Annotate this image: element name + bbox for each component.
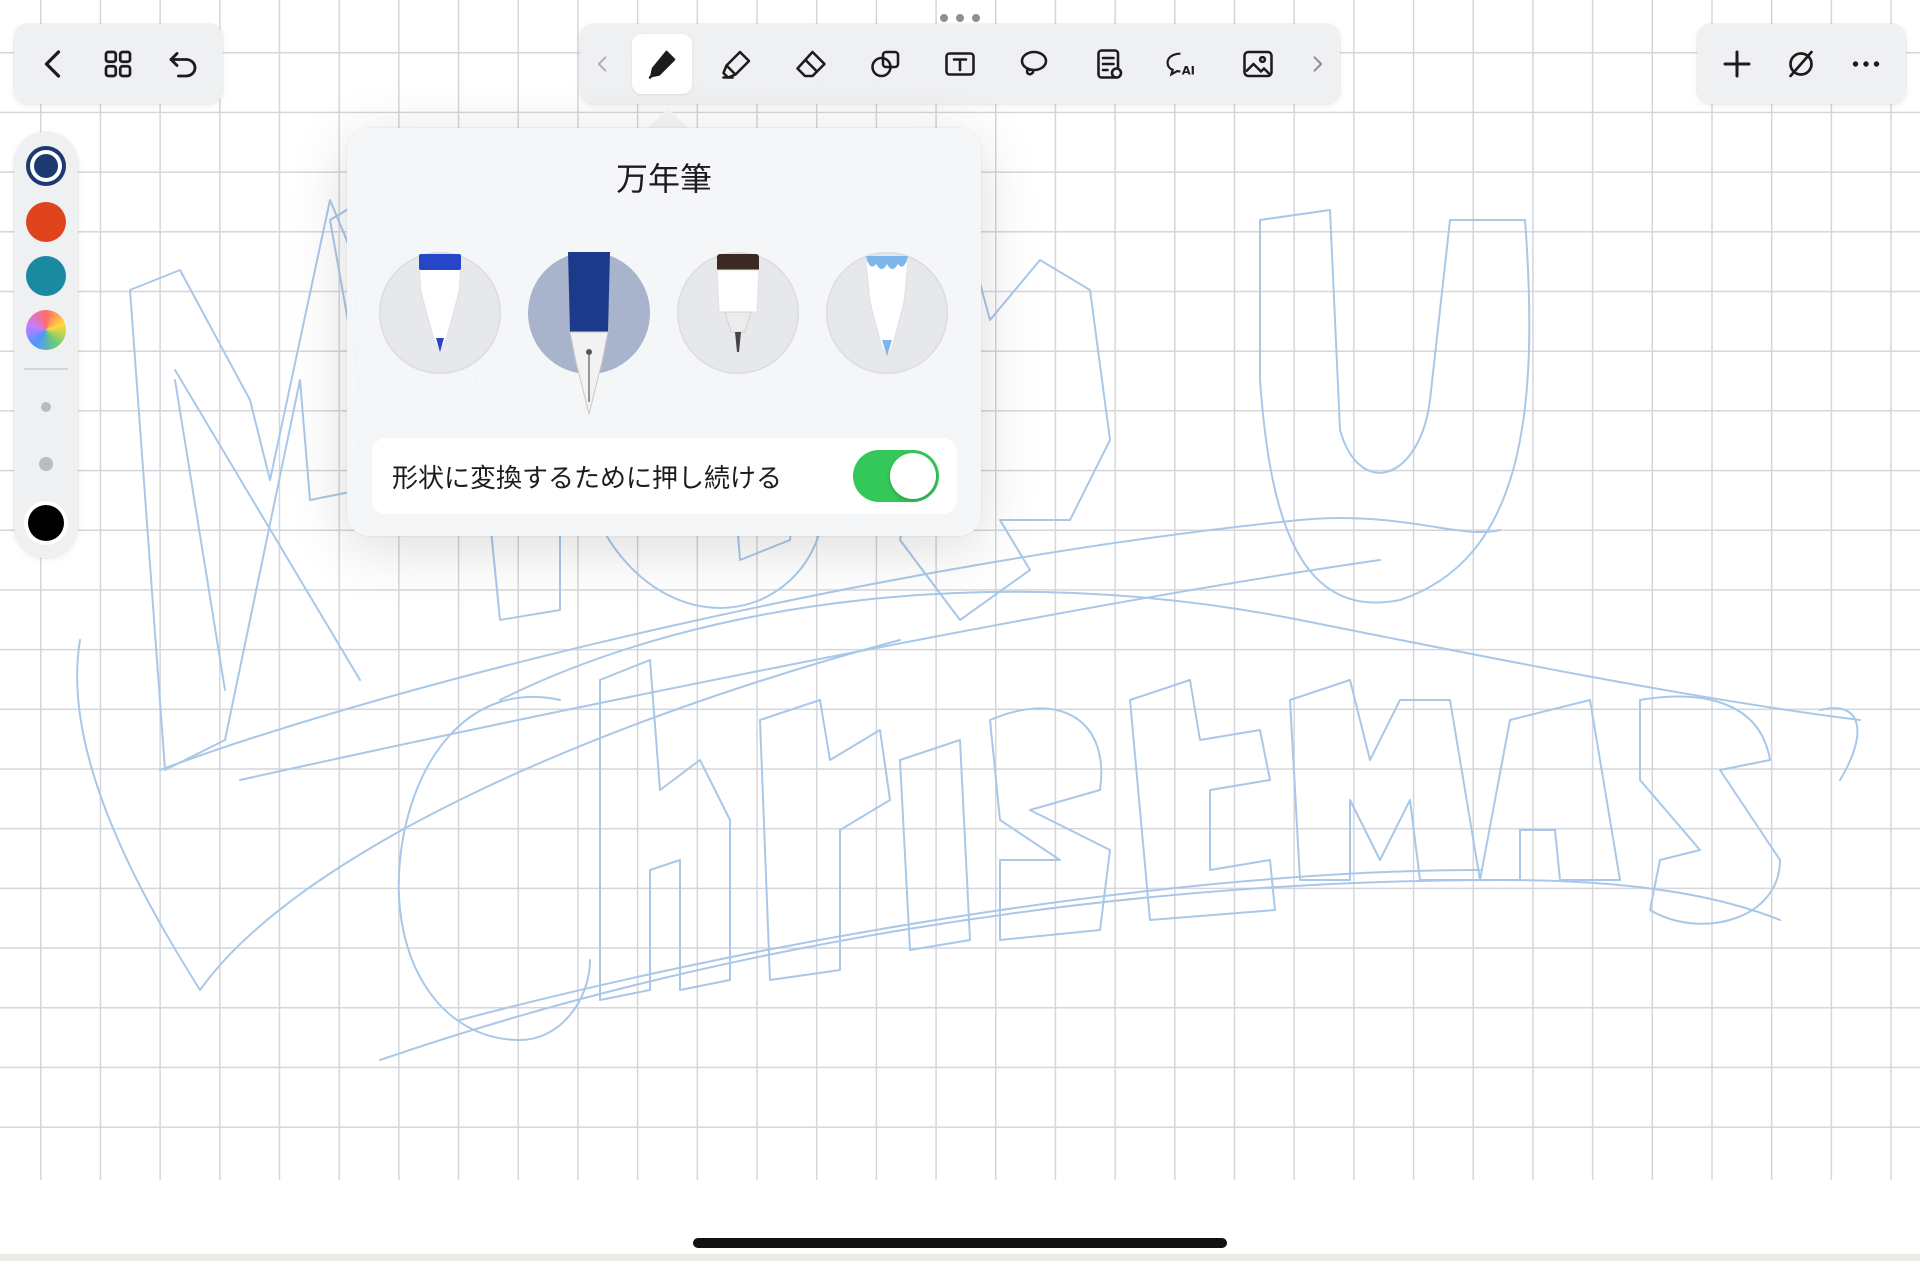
undo-icon [169,52,197,78]
popover-title: 万年筆 [615,160,712,198]
color-palette [14,132,78,558]
stroke-size-large[interactable] [28,505,64,541]
fineliner-pen-icon [716,254,760,352]
pen-option-fountain[interactable] [528,252,650,415]
grid-view-button[interactable] [88,34,148,94]
pen-option-fineliner[interactable] [677,252,799,374]
more-options-button[interactable] [1836,34,1896,94]
shape-recognition-toggle[interactable] [853,450,939,502]
grid-icon [105,50,132,78]
tool-shapes[interactable] [856,34,916,94]
chevron-left-icon [45,50,61,78]
tool-highlighter[interactable] [707,34,767,94]
ballpoint-pen-icon [418,254,462,354]
tool-notes[interactable] [1079,34,1139,94]
pencil-slash-icon [1789,50,1814,78]
popover-arrow [648,108,688,128]
plus-icon [1723,50,1751,78]
shape-recognition-label: 形状に変換するために押し続ける [392,463,783,494]
toolbar-left [14,24,223,104]
toolbar-grabber[interactable] [940,14,980,24]
ai-chat-icon: AI [1166,52,1195,77]
toggle-knob [890,453,936,499]
stroke-size-small[interactable] [41,402,51,412]
toolbar-tools: AI [580,24,1340,104]
chevron-right-icon [1313,56,1323,72]
brush-pen-icon [865,256,909,357]
stroke-size-medium[interactable] [39,457,53,471]
pen-settings-popover: 万年筆 形状に変換するために押し続ける [347,128,981,536]
pen-option-brush[interactable] [826,252,948,374]
pencil-only-button[interactable] [1771,34,1831,94]
ellipsis-icon [1852,61,1880,67]
svg-text:AI: AI [1182,63,1195,77]
pen-icon [649,50,676,79]
tool-lasso[interactable] [1004,34,1064,94]
textbox-icon [945,52,975,76]
color-swatch-orange[interactable] [26,202,66,242]
image-icon [1242,50,1273,78]
tool-ai-chat[interactable]: AI [1153,34,1213,94]
fountain-pen-icon [568,252,610,415]
color-swatch-navy[interactable] [26,146,66,186]
home-indicator[interactable] [693,1238,1227,1248]
notes-icon [1096,49,1123,79]
tool-eraser[interactable] [781,34,841,94]
eraser-icon [796,50,826,78]
tool-text[interactable] [930,34,990,94]
scroll-right-button[interactable] [1302,34,1332,94]
tool-fountain-pen[interactable] [632,34,693,94]
add-page-button[interactable] [1707,34,1767,94]
color-picker-rainbow[interactable] [26,310,66,350]
undo-button[interactable] [153,34,213,94]
toolbar-right [1697,24,1906,104]
shape-recognition-row: 形状に変換するために押し続ける [372,438,957,514]
color-swatch-teal[interactable] [26,256,66,296]
back-button[interactable] [24,34,84,94]
scroll-left-button[interactable] [588,34,618,94]
shapes-icon [870,50,899,78]
bottom-strip [0,1254,1920,1261]
chevron-left-icon [597,56,607,72]
tool-image[interactable] [1228,34,1288,94]
highlighter-icon [722,50,751,79]
pen-option-ballpoint[interactable] [379,252,501,374]
canvas-margin [0,1180,1920,1261]
palette-divider [24,368,68,370]
lasso-icon [1021,50,1048,76]
